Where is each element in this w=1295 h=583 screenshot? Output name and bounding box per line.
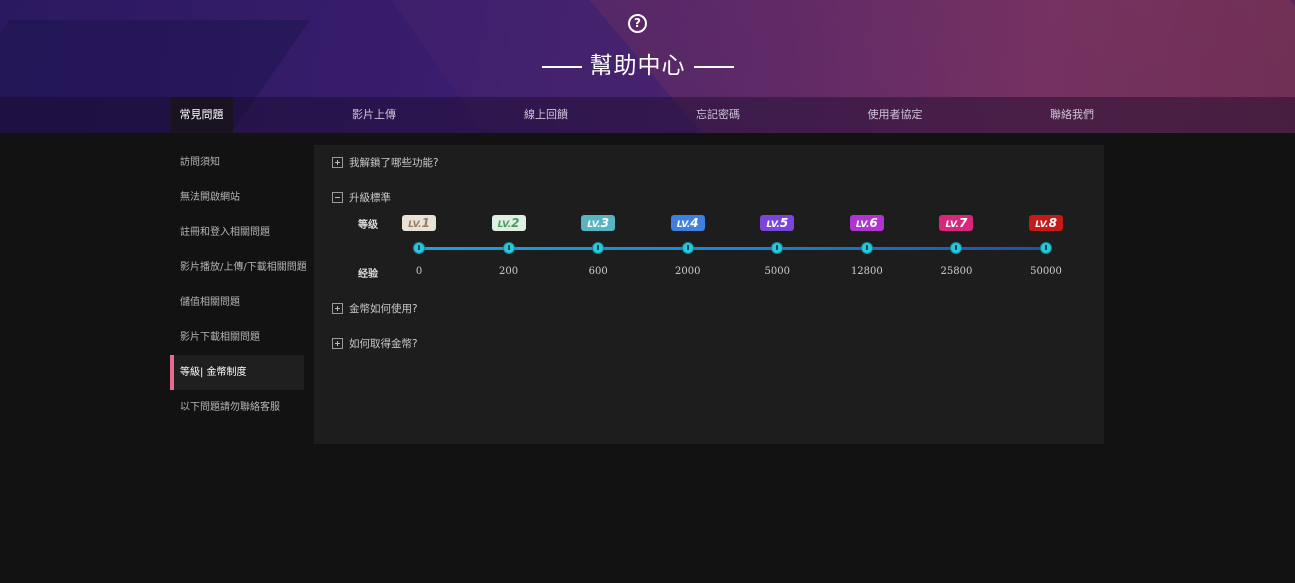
level-badge-prefix: LV. [945,220,959,230]
level-badge-prefix: LV. [766,220,780,230]
level-badge-1: LV.1 [402,215,436,231]
faq-item-upgrade-standard[interactable]: 升級標準 [332,191,391,205]
faq-panel: 我解鎖了哪些功能? 升級標準 等级 经验 LV.1 0 LV.2 200 LV.3 600… [314,145,1104,444]
level-badge-number: 7 [958,216,968,230]
level-badge-6: LV.6 [849,215,884,231]
level-badge-number: 4 [690,216,699,230]
sidebar-item-topup[interactable]: 儲值相關問題 [170,285,304,320]
expand-plus-icon[interactable] [332,338,343,349]
level-marker-icon [951,243,962,253]
level-badge-number: 3 [600,216,610,230]
faq-item-coin-usage[interactable]: 金幣如何使用? [332,302,418,316]
title-divider-right [693,65,734,68]
tab-forgot-password[interactable]: 忘記密碼 [679,97,757,133]
tab-online-feedback[interactable]: 線上回饋 [507,97,585,133]
level-badge-number: 2 [511,216,520,230]
title-divider-left [541,65,582,68]
level-exp-value: 5000 [764,266,791,277]
level-badge-number: 1 [421,216,430,230]
level-badge-prefix: LV. [676,220,691,230]
sidebar-item-register-login[interactable]: 註冊和登入相關問題 [170,215,304,250]
top-nav: 常見問題 影片上傳 線上回饋 忘記密碼 使用者協定 聯絡我們 [0,97,1295,133]
level-badge-3: LV.3 [581,215,616,231]
faq-item-unlocked-features[interactable]: 我解鎖了哪些功能? [332,156,439,170]
page-title-text: 幫助中心 [589,53,686,79]
level-badge-number: 6 [869,216,878,230]
level-exp-value: 0 [415,266,423,277]
page-title: 幫助中心 [0,46,1275,80]
sidebar-item-do-not-contact[interactable]: 以下問題請勿聯絡客服 [170,390,304,425]
level-marker-icon [593,243,604,253]
level-badge-4: LV.4 [670,215,705,231]
level-exp-value: 12800 [850,266,883,277]
tab-video-upload[interactable]: 影片上傳 [335,97,413,133]
expand-plus-icon[interactable] [332,303,343,314]
tab-contact-us[interactable]: 聯絡我們 [1033,97,1111,133]
level-badge-number: 5 [779,216,789,230]
level-marker-icon [414,243,424,253]
sidebar-item-access-notice[interactable]: 訪問須知 [170,145,304,180]
sidebar-item-cannot-open-site[interactable]: 無法開啟網站 [170,180,304,215]
level-badge-2: LV.2 [491,215,526,231]
level-marker-icon [861,243,872,253]
level-marker-icon [772,243,783,253]
exp-row-label: 经验 [358,269,378,280]
sidebar-item-video-play-upload-download[interactable]: 影片播放/上傳/下載相關問題 [170,250,307,285]
level-badge-5: LV.5 [760,215,795,231]
sidebar-item-video-download[interactable]: 影片下載相關問題 [170,320,304,355]
level-badge-number: 8 [1048,216,1057,230]
level-marker-icon [503,243,514,253]
level-badge-prefix: LV. [587,220,601,230]
level-exp-value: 600 [588,266,608,277]
level-badge-prefix: LV. [1035,220,1049,230]
sidebar-item-level-coin[interactable]: 等級| 金幣制度 [170,355,304,390]
expand-plus-icon[interactable] [332,157,343,168]
collapse-minus-icon[interactable] [332,192,343,203]
level-exp-value: 2000 [674,266,701,277]
level-exp-value: 50000 [1030,266,1062,277]
tab-faq[interactable]: 常見問題 [170,97,233,133]
level-badge-7: LV.7 [939,215,974,231]
level-marker-icon [682,243,693,253]
level-badge-prefix: LV. [855,220,870,230]
level-row-label: 等级 [358,220,378,231]
faq-item-label: 升級標準 [349,192,391,204]
level-badge-prefix: LV. [408,220,422,230]
faq-item-label: 我解鎖了哪些功能? [349,157,439,169]
tab-user-agreement[interactable]: 使用者協定 [851,97,939,133]
level-marker-icon [1041,243,1051,253]
level-exp-value: 25800 [940,266,973,277]
faq-item-label: 如何取得金幣? [349,338,418,350]
level-badge-8: LV.8 [1029,215,1063,231]
level-exp-value: 200 [499,266,519,277]
faq-item-label: 金幣如何使用? [349,303,418,315]
sidebar: 訪問須知 無法開啟網站 註冊和登入相關問題 影片播放/上傳/下載相關問題 儲值相… [170,145,307,425]
faq-item-get-coins[interactable]: 如何取得金幣? [332,337,418,351]
question-circle-icon: ? [628,14,647,33]
level-badge-prefix: LV. [497,220,512,230]
